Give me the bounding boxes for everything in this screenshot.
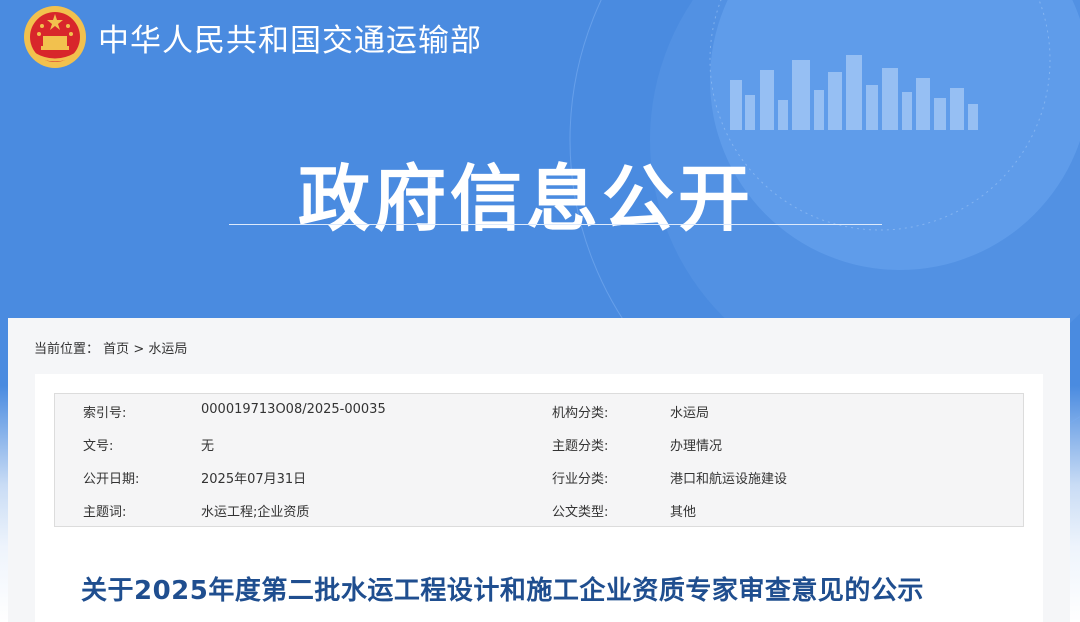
metadata-row: 索引号: 000019713O08/2025-00035 机构分类: 水运局: [55, 394, 1023, 427]
metadata-table: 索引号: 000019713O08/2025-00035 机构分类: 水运局 文…: [54, 393, 1024, 527]
banner-divider: [229, 224, 882, 225]
meta-label: 公开日期:: [83, 472, 140, 487]
breadcrumb-prefix: 当前位置：: [34, 342, 100, 357]
metadata-row: 主题词: 水运工程;企业资质 公文类型: 其他: [55, 493, 1023, 526]
banner-title: 政府信息公开: [297, 157, 754, 241]
meta-value: 办理情况: [670, 439, 723, 454]
meta-value: 其他: [670, 505, 697, 520]
meta-label: 主题分类:: [552, 439, 609, 454]
article-title: 关于2025年度第二批水运工程设计和施工企业资质专家审查意见的公示: [81, 576, 924, 606]
content-area: 当前位置： 首页 > 水运局 索引号: 000019713O08/2025-00…: [8, 318, 1070, 622]
site-name: 中华人民共和国交通运输部: [98, 22, 482, 59]
site-logo[interactable]: 中华人民共和国交通运输部: [22, 4, 482, 70]
meta-label: 机构分类:: [552, 406, 609, 421]
metadata-row: 文号: 无 主题分类: 办理情况: [55, 427, 1023, 460]
article-panel: 索引号: 000019713O08/2025-00035 机构分类: 水运局 文…: [35, 374, 1043, 622]
meta-label: 索引号:: [83, 406, 127, 421]
breadcrumb: 当前位置： 首页 > 水运局: [34, 338, 187, 357]
meta-label: 文号:: [83, 439, 114, 454]
meta-label: 主题词:: [83, 505, 127, 520]
meta-value: 2025年07月31日: [201, 472, 307, 487]
meta-value: 水运局: [670, 406, 710, 421]
breadcrumb-home-link[interactable]: 首页: [103, 342, 129, 357]
national-emblem-icon: [24, 6, 86, 68]
meta-value: 港口和航运设施建设: [670, 472, 788, 487]
meta-label: 公文类型:: [552, 505, 609, 520]
meta-value: 水运工程;企业资质: [201, 505, 310, 520]
meta-label: 行业分类:: [552, 472, 609, 487]
breadcrumb-separator: >: [133, 342, 145, 357]
meta-value: 无: [201, 439, 215, 454]
metadata-row: 公开日期: 2025年07月31日 行业分类: 港口和航运设施建设: [55, 460, 1023, 493]
breadcrumb-current[interactable]: 水运局: [148, 342, 187, 357]
meta-value: 000019713O08/2025-00035: [201, 402, 386, 417]
